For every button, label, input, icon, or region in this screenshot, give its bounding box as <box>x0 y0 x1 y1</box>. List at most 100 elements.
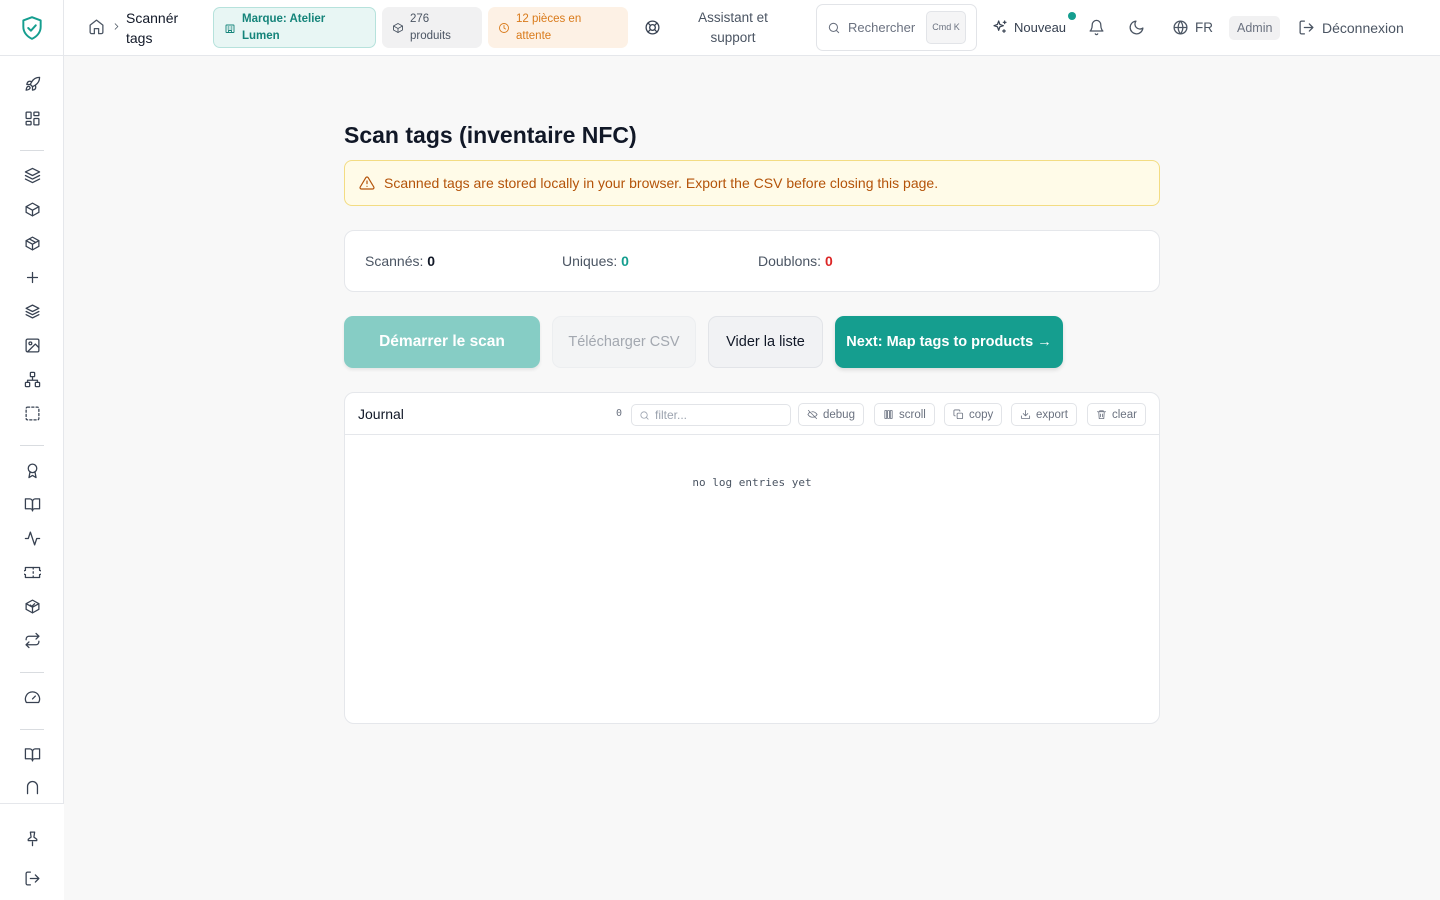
notifications-button[interactable] <box>1088 19 1105 36</box>
sparkles-icon <box>992 19 1008 35</box>
sidebar <box>0 0 64 900</box>
journal-header: Journal 0 filter... debug scroll copy ex… <box>345 393 1159 435</box>
sidebar-item-add[interactable] <box>20 265 44 289</box>
role-badge: Admin <box>1229 16 1281 40</box>
bell-icon <box>1088 19 1105 36</box>
image-icon <box>24 337 41 354</box>
stat-unique: Uniques: 0 <box>562 253 629 269</box>
brand-pill-label: Marque: Atelier Lumen <box>242 12 326 42</box>
ticket-icon <box>23 564 41 581</box>
award-icon <box>24 462 41 479</box>
sidebar-item-activity[interactable] <box>20 526 44 550</box>
new-button[interactable]: Nouveau <box>992 19 1066 35</box>
new-label: Nouveau <box>1014 19 1067 35</box>
journal-scroll-label: scroll <box>899 408 926 421</box>
sidebar-item-performance[interactable] <box>20 685 44 709</box>
pending-pill-label: 12 pièces en attente <box>516 12 582 42</box>
new-indicator-dot <box>1068 12 1076 20</box>
page-title: Scan tags (inventaire NFC) <box>344 122 637 148</box>
sidebar-item-tickets[interactable] <box>20 560 44 584</box>
download-csv-button[interactable]: Télécharger CSV <box>552 316 696 368</box>
journal-copy-label: copy <box>969 408 994 421</box>
journal-copy-button[interactable]: copy <box>944 403 1003 426</box>
box-icon <box>24 201 41 218</box>
pin-sidebar-button[interactable] <box>20 826 44 850</box>
search-placeholder: Rechercher <box>848 20 916 35</box>
chevron-right-icon <box>111 21 122 32</box>
breadcrumb-current: Scannér tags <box>126 8 206 48</box>
layers-icon <box>24 167 41 184</box>
sidebar-item-stack[interactable] <box>20 299 44 323</box>
filter-placeholder: filter... <box>655 408 688 422</box>
logout-label: Déconnexion <box>1322 19 1404 36</box>
journal-export-button[interactable]: export <box>1011 403 1077 426</box>
pending-pill[interactable]: 12 pièces en attente <box>488 7 628 48</box>
app-logo[interactable] <box>0 0 64 56</box>
sidebar-divider <box>20 150 44 151</box>
stat-duplicates-label: Doublons: <box>758 253 822 269</box>
stack-icon <box>24 303 41 320</box>
sidebar-item-launch[interactable] <box>20 72 44 96</box>
pin-icon <box>24 830 41 847</box>
sidebar-divider <box>20 729 44 730</box>
dashboard-icon <box>24 110 41 127</box>
sidebar-item-hierarchy[interactable] <box>20 367 44 391</box>
stat-unique-label: Uniques: <box>562 253 618 269</box>
lifebuoy-icon <box>644 19 661 36</box>
stat-duplicates: Doublons: 0 <box>758 253 833 269</box>
sidebar-item-layers[interactable] <box>20 163 44 187</box>
journal-entry-count: 0 <box>616 408 623 419</box>
search-shortcut: Cmd K <box>926 11 966 44</box>
stat-scanned: Scannés: 0 <box>365 253 435 269</box>
journal-debug-label: debug <box>823 408 855 421</box>
eye-off-icon <box>807 409 818 420</box>
sidebar-item-dashboard[interactable] <box>20 106 44 130</box>
products-pill[interactable]: 276 produits <box>382 7 482 48</box>
arch-icon <box>24 778 41 795</box>
sidebar-item-scan[interactable] <box>20 401 44 425</box>
building-icon <box>224 22 236 34</box>
sidebar-item-package[interactable] <box>20 231 44 255</box>
box-icon <box>392 22 404 34</box>
sidebar-item-shipments[interactable] <box>20 594 44 618</box>
sidebar-item-catalog[interactable] <box>20 492 44 516</box>
topbar: Scannér tags Marque: Atelier Lumen 276 p… <box>64 0 1440 56</box>
journal-scroll-button[interactable]: scroll <box>874 403 935 426</box>
sidebar-item-images[interactable] <box>20 333 44 357</box>
language-label: FR <box>1195 20 1213 35</box>
journal-title: Journal <box>358 406 404 422</box>
globe-icon <box>1172 19 1189 36</box>
sidebar-item-awards[interactable] <box>20 458 44 482</box>
gauge-icon <box>24 689 41 706</box>
sidebar-item-sync[interactable] <box>20 628 44 652</box>
logout-button[interactable]: Déconnexion <box>1298 19 1404 36</box>
copy-icon <box>953 409 964 420</box>
logout-icon <box>1298 19 1315 36</box>
sidebar-logout-button[interactable] <box>20 866 44 890</box>
start-scan-button[interactable]: Démarrer le scan <box>344 316 540 368</box>
journal-filter-input[interactable]: filter... <box>631 404 791 426</box>
journal-panel: Journal 0 filter... debug scroll copy ex… <box>344 392 1160 724</box>
journal-clear-button[interactable]: clear <box>1087 403 1146 426</box>
support-button[interactable] <box>644 19 661 36</box>
brand-pill[interactable]: Marque: Atelier Lumen <box>213 7 376 48</box>
sidebar-item-box[interactable] <box>20 197 44 221</box>
journal-export-label: export <box>1036 408 1068 421</box>
sidebar-item-docs[interactable] <box>20 742 44 766</box>
journal-debug-button[interactable]: debug <box>798 403 864 426</box>
support-link[interactable]: Assistant et support <box>680 8 786 48</box>
home-icon[interactable] <box>88 18 105 35</box>
theme-toggle[interactable] <box>1128 19 1145 36</box>
clear-list-button[interactable]: Vider la liste <box>708 316 823 368</box>
search-input[interactable]: Rechercher Cmd K <box>816 4 977 51</box>
search-icon <box>639 410 650 421</box>
stat-scanned-value: 0 <box>427 253 436 269</box>
repeat-icon <box>24 632 41 649</box>
moon-icon <box>1128 19 1145 36</box>
next-map-tags-button[interactable]: Next: Map tags to products → <box>835 316 1063 368</box>
language-switcher[interactable]: FR <box>1172 19 1213 36</box>
sidebar-item-more[interactable] <box>20 776 44 796</box>
columns-icon <box>883 409 894 420</box>
journal-clear-label: clear <box>1112 408 1137 421</box>
package-check-icon <box>24 598 41 615</box>
